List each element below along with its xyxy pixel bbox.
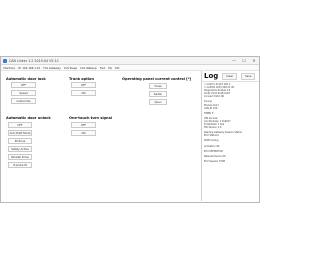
app-icon	[3, 58, 7, 63]
menu-item-interface[interactable]: Interface	[3, 66, 15, 70]
log-line: ECU DEFINITION	[204, 149, 223, 153]
one-touch-turn-signal-title: One-touch turn signal	[69, 116, 113, 120]
menu-item-fwd[interactable]: Fwd	[100, 66, 105, 70]
log-line: Activation OK	[204, 144, 220, 148]
log-line: CAN-ID 100	[204, 106, 218, 110]
title-bar: CAN Linker 1.2 2019.04 V5.1C — ☐ ✕	[1, 57, 259, 65]
log-line: SUPP boding	[204, 139, 219, 143]
trunk-on-button[interactable]: ON	[71, 90, 96, 96]
panel-open-button[interactable]: Open	[149, 99, 167, 105]
menu-item-cls-wakeup[interactable]: CLS Wakeup	[80, 66, 97, 70]
door-unlock-probe-button[interactable]: If probe W	[8, 162, 32, 168]
door-lock-speed-button[interactable]: Speed	[11, 90, 36, 96]
door-lock-customize-button[interactable]: Customize	[11, 98, 36, 104]
minimize-icon[interactable]: —	[229, 57, 239, 64]
window-title: CAN Linker 1.2 2019.04 V5.1C	[9, 58, 59, 63]
operating-panel-title: Operating panel current control [*]	[122, 77, 192, 81]
door-unlock-anti-theft-button[interactable]: Anti-theft Mode	[8, 130, 32, 136]
log-line: SW Version 2.0	[204, 126, 222, 130]
log-header: Log Clear Save	[202, 71, 259, 82]
log-line: ECU Session STOP	[204, 159, 226, 163]
maximize-icon[interactable]: ☐	[239, 57, 249, 64]
trunk-off-button[interactable]: OFF	[71, 82, 96, 88]
menu-item-pg[interactable]: PG	[108, 66, 112, 70]
log-save-button[interactable]: Save	[241, 72, 256, 80]
panel-sedan-button[interactable]: Sedan	[149, 91, 167, 97]
automatic-door-unlock-title: Automatic door unlock	[6, 116, 51, 120]
app-window: CAN Linker 1.2 2019.04 V5.1C — ☐ ✕ Inter…	[0, 56, 260, 203]
menu-item-tls-gateway[interactable]: TLS Gateway	[43, 66, 61, 70]
trunk-option-title: Trunk option	[69, 77, 94, 81]
log-clear-button[interactable]: Clear	[222, 72, 238, 80]
door-lock-off-button[interactable]: OFF	[11, 82, 36, 88]
panel-close-button[interactable]: Close	[149, 83, 167, 89]
log-list[interactable]: > CAN Tx 0x123 100 2 > CAN Rx 0x33 200 01…	[204, 83, 258, 199]
log-line: TIMER 0	[204, 111, 214, 115]
menu-item-cls-sleep[interactable]: CLS Sleep	[64, 66, 77, 70]
turn-signal-off-button[interactable]: OFF	[71, 122, 96, 128]
door-unlock-safety-active-button[interactable]: Safety Active	[8, 146, 32, 152]
door-unlock-off-button[interactable]: OFF	[8, 122, 32, 128]
automatic-door-lock-title: Automatic door lock	[6, 77, 46, 81]
door-unlock-parallel-drive-button[interactable]: Parallel Drive	[8, 154, 32, 160]
menu-item-ip[interactable]: IP: 192.168.1.10	[18, 66, 40, 70]
log-line: ECU Status 0	[204, 134, 219, 138]
log-line: Nearest Device OK	[204, 154, 226, 158]
log-title: Log	[204, 72, 219, 80]
log-line: Connect 0x10 OK	[204, 95, 225, 99]
menu-item-sfd[interactable]: Sfd	[115, 66, 119, 70]
turn-signal-on-button[interactable]: ON	[71, 130, 96, 136]
door-unlock-in-zone-button[interactable]: IN Zone	[8, 138, 32, 144]
close-icon[interactable]: ✕	[249, 57, 259, 64]
main-content: Automatic door lock OFF Speed Customize …	[1, 71, 259, 202]
log-panel: Log Clear Save > CAN Tx 0x123 100 2 > CAN…	[201, 71, 259, 201]
